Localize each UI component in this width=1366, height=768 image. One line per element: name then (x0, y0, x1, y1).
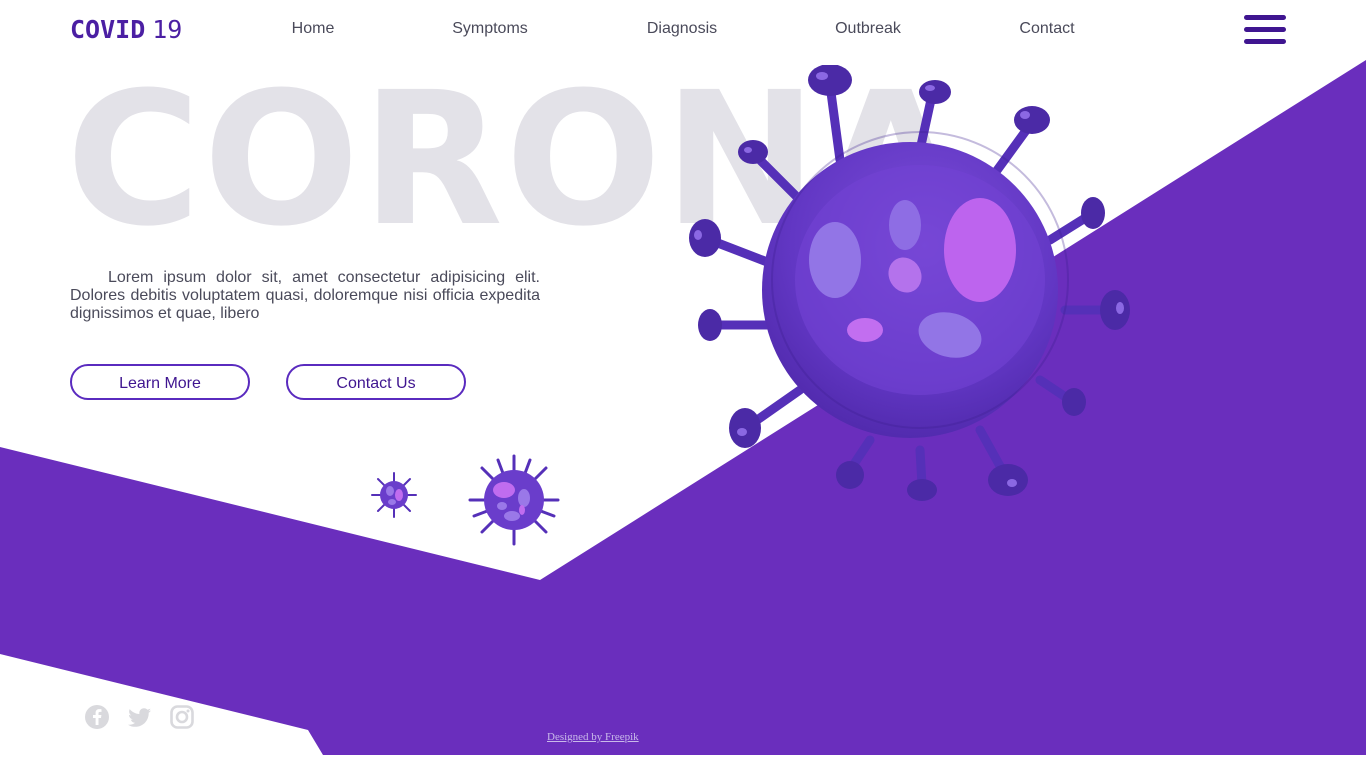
medium-virus-illustration (468, 454, 560, 546)
twitter-icon[interactable] (127, 704, 153, 730)
header: COVID 19 Home Symptoms Diagnosis Outbrea… (0, 0, 1366, 60)
small-virus-illustration (371, 472, 417, 518)
nav-contact[interactable]: Contact (1019, 20, 1074, 38)
logo-name: COVID (70, 15, 146, 44)
facebook-icon[interactable] (84, 704, 110, 730)
learn-more-button[interactable]: Learn More (70, 364, 250, 400)
hero-paragraph: Lorem ipsum dolor sit, amet consectetur … (70, 269, 540, 322)
nav-diagnosis[interactable]: Diagnosis (647, 20, 717, 38)
instagram-icon[interactable] (169, 704, 195, 730)
hamburger-menu-icon[interactable] (1244, 15, 1286, 45)
large-virus-illustration (689, 65, 1130, 501)
nav-symptoms[interactable]: Symptoms (452, 20, 528, 38)
contact-us-button[interactable]: Contact Us (286, 364, 466, 400)
logo[interactable]: COVID 19 (70, 15, 182, 45)
designer-credit-link[interactable]: Designed by Freepik (547, 731, 639, 743)
nav-outbreak[interactable]: Outbreak (835, 20, 901, 38)
landing-page: COVID 19 Home Symptoms Diagnosis Outbrea… (0, 0, 1366, 768)
logo-number: 19 (152, 15, 183, 44)
nav-home[interactable]: Home (292, 20, 335, 38)
